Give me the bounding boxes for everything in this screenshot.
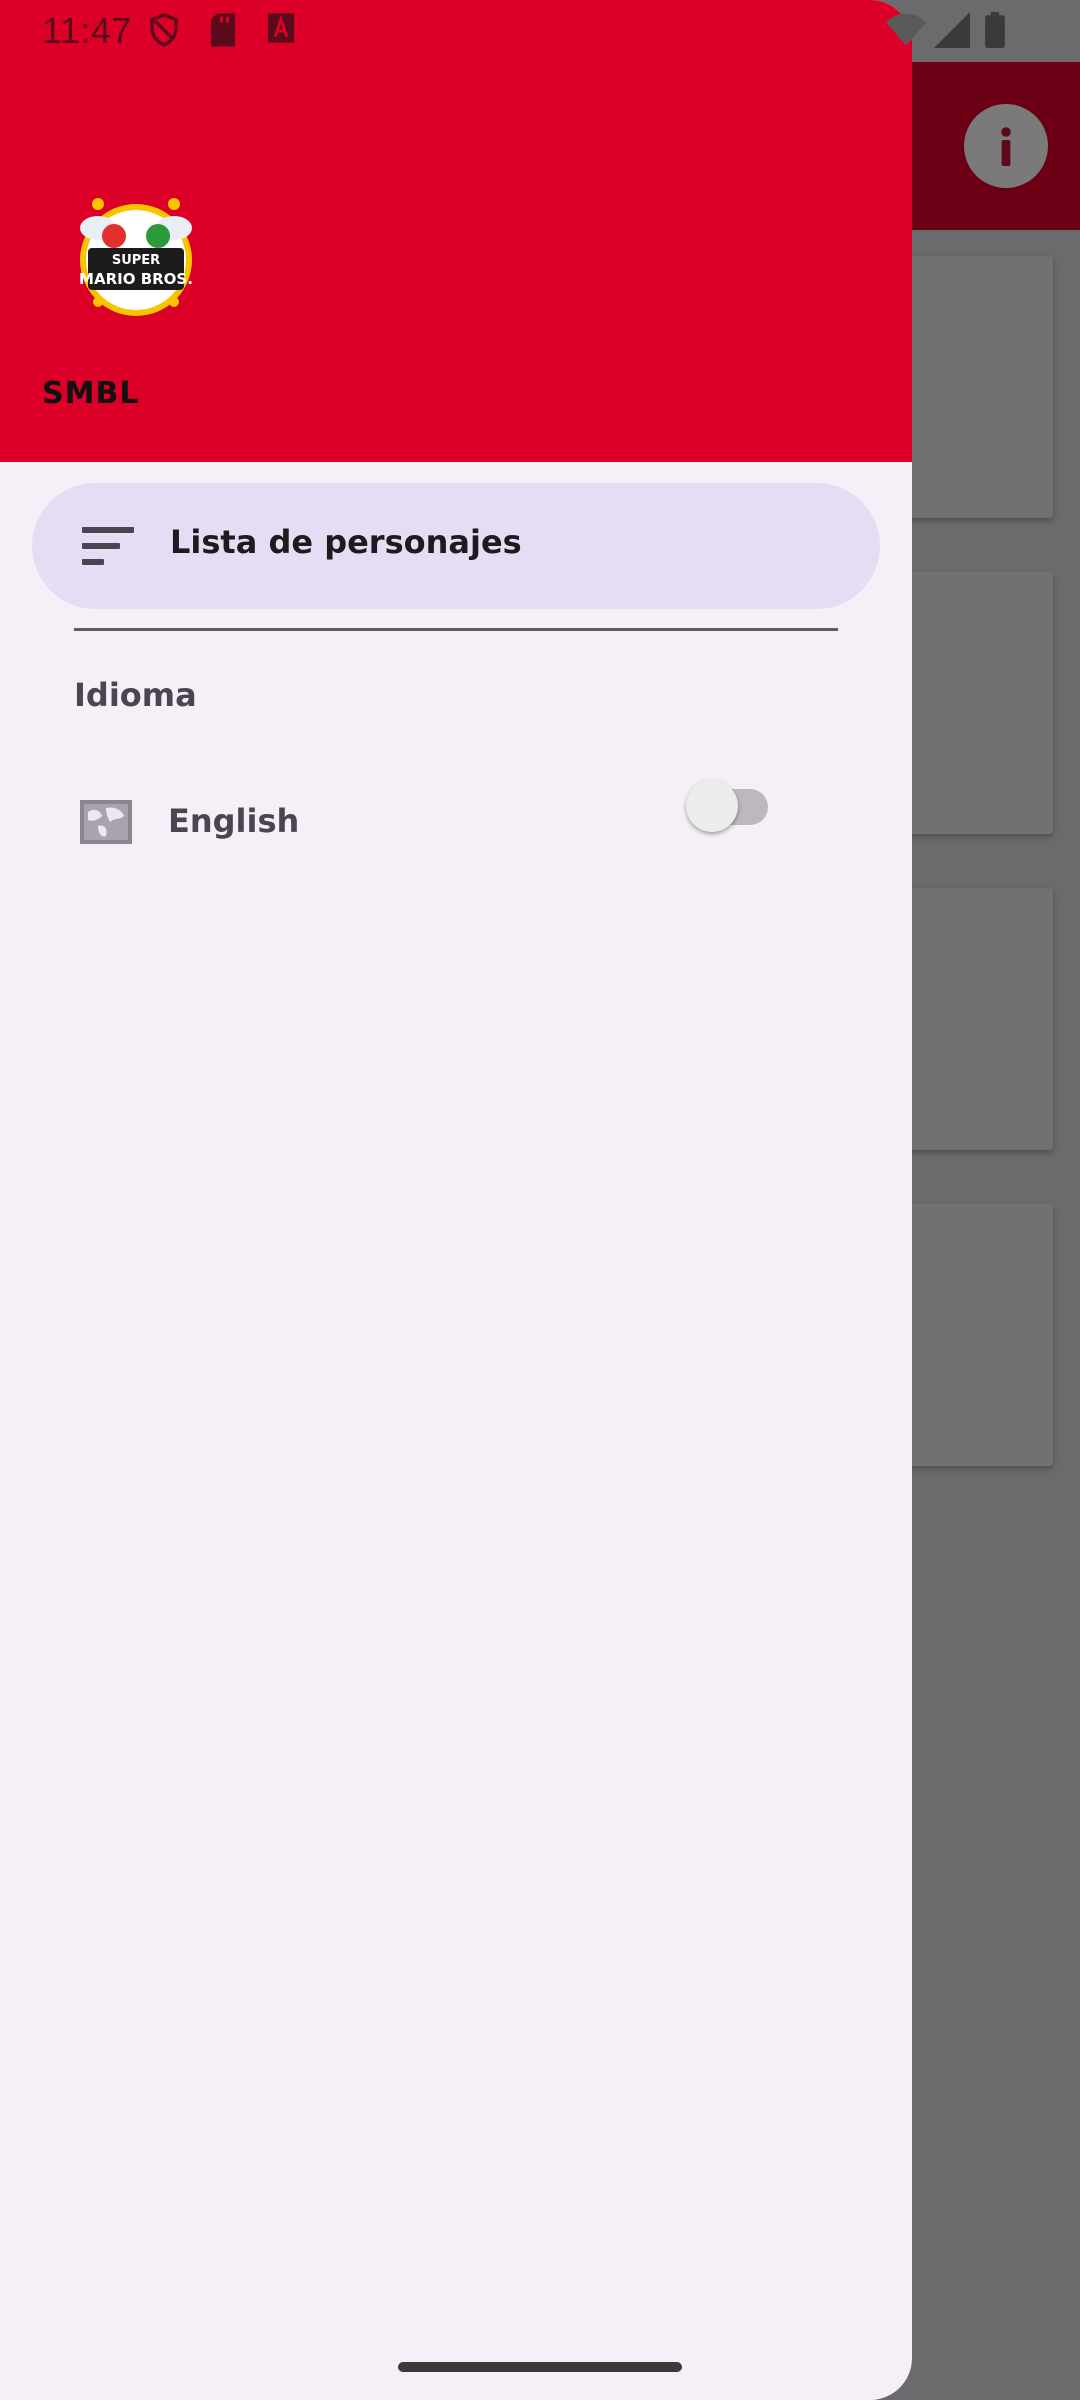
language-label: English (168, 802, 300, 840)
status-time: 11:47 (42, 10, 132, 51)
divider (74, 628, 838, 631)
status-bar: 11:47 (0, 0, 1080, 62)
info-icon (1001, 127, 1011, 166)
super-mario-bros-logo: SUPER MARIO BROS. (79, 198, 193, 316)
drawer-header: SUPER MARIO BROS. SMBL (0, 0, 912, 462)
switch-thumb (686, 780, 738, 832)
globe-map-icon (80, 800, 132, 844)
shield-icon (150, 13, 178, 47)
gesture-navigation-bar[interactable] (398, 2362, 682, 2372)
nav-item-character-list[interactable]: Lista de personajes (32, 483, 880, 609)
a-icon (267, 13, 295, 43)
signal-icon (934, 12, 970, 48)
wifi-icon (886, 13, 926, 46)
battery-icon (985, 12, 1005, 48)
nav-item-label: Lista de personajes (170, 523, 522, 561)
info-button[interactable] (964, 104, 1048, 188)
navigation-drawer: SUPER MARIO BROS. SMBL Lista de personaj… (0, 0, 912, 2400)
sd-card-icon (211, 13, 235, 47)
drawer-title: SMBL (42, 376, 140, 411)
language-row: English (0, 780, 912, 870)
language-switch[interactable] (686, 780, 770, 832)
section-title-language: Idioma (74, 676, 197, 714)
svg-text:SUPER: SUPER (112, 253, 160, 268)
svg-text:MARIO BROS.: MARIO BROS. (79, 270, 193, 288)
sort-list-icon (82, 527, 134, 565)
